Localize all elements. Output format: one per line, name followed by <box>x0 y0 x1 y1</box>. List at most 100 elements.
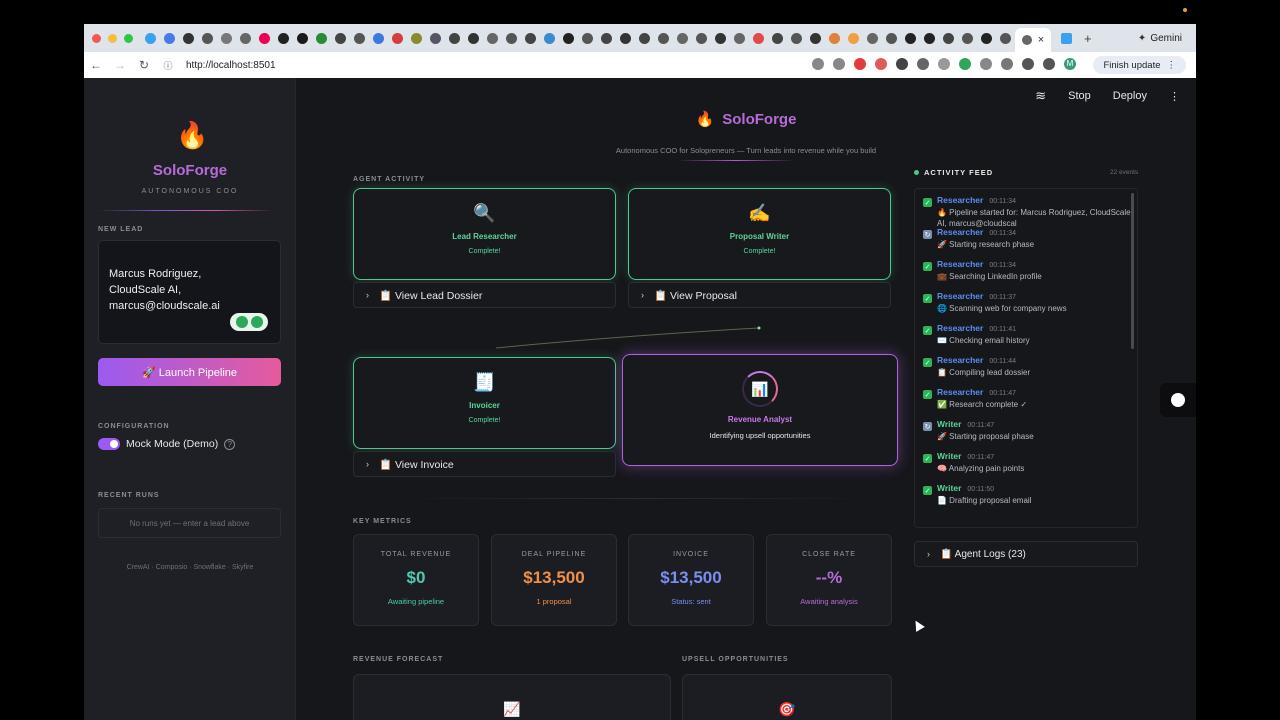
tab-favicon-icon[interactable] <box>506 32 517 44</box>
extension-icon[interactable] <box>854 58 866 70</box>
tab-favicon-icon[interactable] <box>354 32 365 44</box>
feed-item: ✓ Researcher 00:11:34 💼 Searching LinkedIn … <box>923 259 1137 291</box>
tab-favicon-icon[interactable] <box>335 32 346 44</box>
gemini-button[interactable]: ✦ Gemini <box>1130 28 1190 48</box>
tab-favicon-icon[interactable] <box>278 32 289 44</box>
tab-favicon-icon[interactable] <box>259 32 270 44</box>
site-info-icon[interactable]: ⓘ <box>156 59 180 72</box>
help-icon[interactable]: ? <box>224 438 236 450</box>
download-icon[interactable] <box>1043 58 1055 70</box>
new-tab-button[interactable]: + <box>1084 31 1092 46</box>
tab-favicon-icon[interactable] <box>297 32 308 44</box>
tab-favicon-icon[interactable] <box>449 32 460 44</box>
deploy-button[interactable]: Deploy <box>1113 90 1147 102</box>
tab-favicon-icon[interactable] <box>829 32 840 44</box>
tab-favicon-icon[interactable] <box>544 32 555 44</box>
tab-favicon-icon[interactable] <box>183 32 194 44</box>
close-window-icon[interactable] <box>92 33 101 43</box>
bookmark-star-icon[interactable] <box>833 58 845 70</box>
tab-favicon-icon[interactable] <box>696 32 707 44</box>
view-lead-dossier-expander[interactable]: › 📋 View Lead Dossier <box>353 282 616 308</box>
mock-mode-toggle[interactable] <box>98 438 120 450</box>
tab-favicon-icon[interactable] <box>791 32 802 44</box>
pinned-tabs[interactable] <box>141 32 1015 44</box>
main-menu-icon[interactable]: ⋮ <box>1169 90 1180 103</box>
zoom-icon[interactable] <box>812 58 824 70</box>
tab-favicon-icon[interactable] <box>981 32 992 44</box>
feed-item: ✓ Writer 00:11:50 📄 Drafting proposal email <box>923 483 1137 515</box>
stop-button[interactable]: Stop <box>1068 90 1091 102</box>
feed-agent: Researcher <box>937 259 984 269</box>
tab-favicon-icon[interactable] <box>145 32 156 44</box>
expander-label: 📋 View Proposal <box>654 289 737 302</box>
active-tab[interactable]: × <box>1015 28 1051 52</box>
tab-favicon-icon[interactable] <box>392 32 403 44</box>
extensions-bar[interactable]: M <box>812 58 1076 70</box>
tab-favicon-icon[interactable] <box>240 32 251 44</box>
metric-value: $13,500 <box>523 568 585 587</box>
tab-favicon-icon[interactable] <box>715 32 726 44</box>
window-controls[interactable] <box>92 33 133 43</box>
feed-scrollbar[interactable] <box>1131 193 1134 349</box>
tab-favicon-icon[interactable] <box>734 32 745 44</box>
tab-favicon-icon[interactable] <box>639 32 650 44</box>
tab-favicon-icon[interactable] <box>430 32 441 44</box>
extension-icon[interactable] <box>959 58 971 70</box>
lead-input[interactable]: Marcus Rodriguez, CloudScale AI, marcus@… <box>98 240 281 344</box>
tab-favicon-icon[interactable] <box>202 32 213 44</box>
tab-favicon-icon[interactable] <box>962 32 973 44</box>
tab-favicon-icon[interactable] <box>924 32 935 44</box>
tab-favicon-icon[interactable] <box>316 32 327 44</box>
view-invoice-expander[interactable]: › 📋 View Invoice <box>353 451 616 477</box>
extension-icon[interactable] <box>938 58 950 70</box>
extension-icon[interactable] <box>896 58 908 70</box>
feed-message: ✉️ Checking email history <box>937 336 1030 345</box>
tab-favicon-icon[interactable] <box>468 32 479 44</box>
metric-value: $13,500 <box>660 568 722 587</box>
tab-favicon-icon[interactable] <box>1000 32 1011 44</box>
extension-icon[interactable] <box>980 58 992 70</box>
maximize-window-icon[interactable] <box>124 33 133 43</box>
url-field[interactable]: http://localhost:8501 <box>186 60 276 71</box>
tab-favicon-icon[interactable] <box>411 32 422 44</box>
tab-favicon-icon[interactable] <box>905 32 916 44</box>
extension-icon[interactable] <box>917 58 929 70</box>
tab-favicon-icon[interactable] <box>582 32 593 44</box>
tab-favicon-icon[interactable] <box>753 32 764 44</box>
tab-favicon-icon[interactable] <box>1061 32 1072 44</box>
tab-close-icon[interactable]: × <box>1038 34 1044 46</box>
activity-feed[interactable]: ✓ Researcher 00:11:34 🔥 Pipeline started fo… <box>914 188 1138 528</box>
agent-logs-expander[interactable]: › 📋 Agent Logs (23) <box>914 541 1138 567</box>
running-icon: ≋ <box>1035 88 1047 103</box>
finish-update-button[interactable]: Finish update ⋮ <box>1093 56 1186 74</box>
tab-favicon-icon[interactable] <box>772 32 783 44</box>
split-view-icon[interactable] <box>1022 58 1034 70</box>
puzzle-icon[interactable] <box>1001 58 1013 70</box>
tab-favicon-icon[interactable] <box>810 32 821 44</box>
minimize-window-icon[interactable] <box>108 33 117 43</box>
extension-icon[interactable] <box>875 58 887 70</box>
view-proposal-expander[interactable]: › 📋 View Proposal <box>628 282 891 308</box>
grammarly-badge[interactable] <box>230 313 268 331</box>
tab-favicon-icon[interactable] <box>563 32 574 44</box>
tab-favicon-icon[interactable] <box>221 32 232 44</box>
tab-favicon-icon[interactable] <box>164 32 175 44</box>
tab-favicon-icon[interactable] <box>943 32 954 44</box>
profile-avatar[interactable]: M <box>1064 58 1076 70</box>
tab-favicon-icon[interactable] <box>867 32 878 44</box>
forward-icon[interactable]: → <box>108 58 132 72</box>
tab-favicon-icon[interactable] <box>848 32 859 44</box>
new-lead-label: NEW LEAD <box>98 226 144 233</box>
tab-favicon-icon[interactable] <box>886 32 897 44</box>
tab-favicon-icon[interactable] <box>658 32 669 44</box>
tab-favicon-icon[interactable] <box>487 32 498 44</box>
tab-favicon-icon[interactable] <box>525 32 536 44</box>
back-icon[interactable]: ← <box>84 58 108 72</box>
tab-favicon-icon[interactable] <box>620 32 631 44</box>
launch-pipeline-button[interactable]: 🚀 Launch Pipeline <box>98 358 281 386</box>
floating-side-button[interactable] <box>1160 383 1196 417</box>
tab-favicon-icon[interactable] <box>373 32 384 44</box>
tab-favicon-icon[interactable] <box>677 32 688 44</box>
reload-icon[interactable]: ↻ <box>132 58 156 72</box>
tab-favicon-icon[interactable] <box>601 32 612 44</box>
